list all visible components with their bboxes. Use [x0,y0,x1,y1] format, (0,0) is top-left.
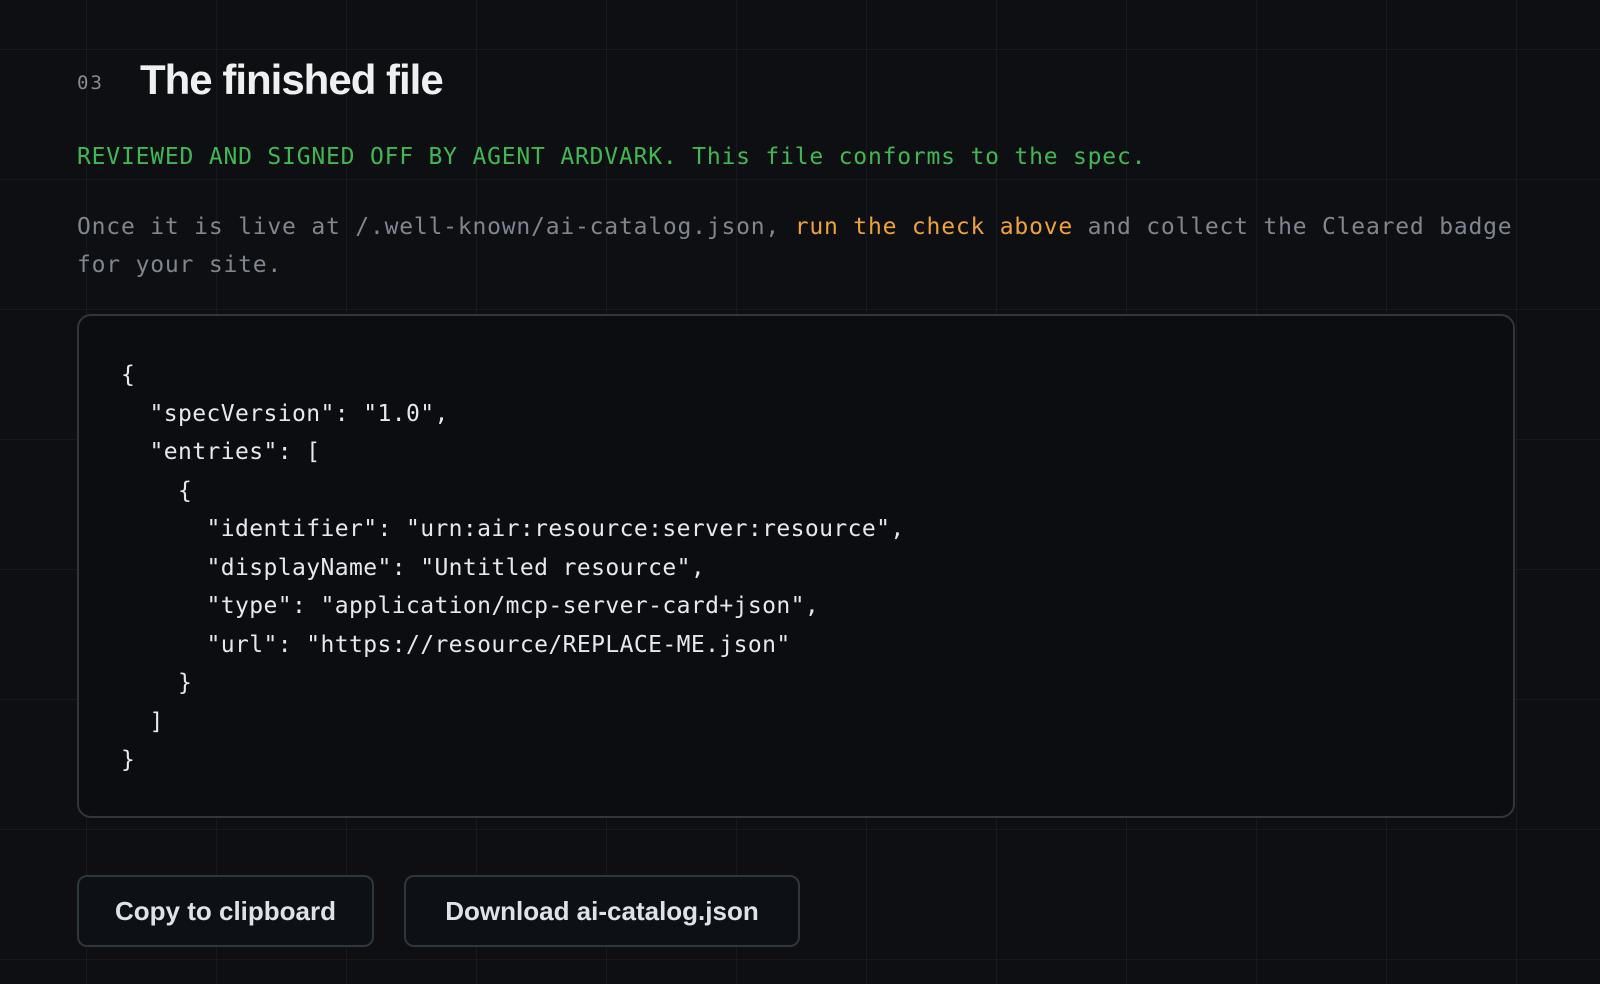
json-code: { "specVersion": "1.0", "entries": [ { "… [121,362,905,773]
step-number: 03 [77,72,104,94]
signoff-message: REVIEWED AND SIGNED OFF BY AGENT ARDVARK… [77,144,1147,170]
section-header: 03 The finished file [77,52,444,108]
copy-to-clipboard-button[interactable]: Copy to clipboard [77,875,374,947]
instructions-paragraph: Once it is live at /.well-known/ai-catal… [77,208,1517,284]
download-json-button[interactable]: Download ai-catalog.json [404,875,800,947]
run-check-link[interactable]: run the check above [795,214,1073,240]
section-title: The finished file [140,56,444,103]
action-buttons: Copy to clipboard Download ai-catalog.js… [77,875,800,947]
instructions-text-before: Once it is live at /.well-known/ai-catal… [77,214,795,240]
code-block: { "specVersion": "1.0", "entries": [ { "… [77,314,1515,818]
